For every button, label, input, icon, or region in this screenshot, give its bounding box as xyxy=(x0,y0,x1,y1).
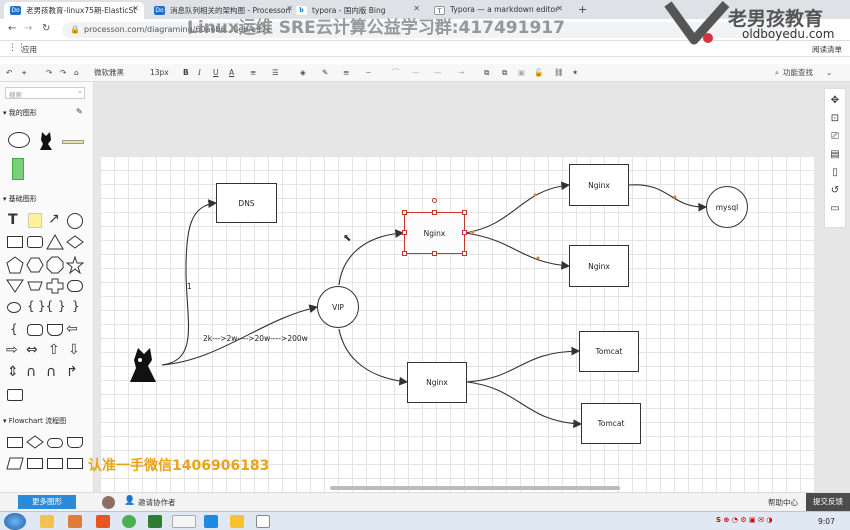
node-nginx-top[interactable]: Nginx xyxy=(569,164,629,206)
file-icon[interactable]: ▯ xyxy=(829,167,841,179)
resize-handle[interactable] xyxy=(432,251,437,256)
resize-handle[interactable] xyxy=(462,210,467,215)
resize-handle[interactable] xyxy=(402,251,407,256)
navigate-icon[interactable]: ✥ xyxy=(829,95,841,107)
add-user-icon: 👤 xyxy=(124,496,136,506)
page-icon[interactable]: ▤ xyxy=(829,149,841,161)
notes-icon[interactable] xyxy=(230,515,244,528)
node-dns[interactable]: DNS xyxy=(216,183,277,223)
clock: 9:07 xyxy=(818,517,835,526)
media-icon[interactable] xyxy=(68,515,82,528)
firefox-icon[interactable] xyxy=(96,515,110,528)
resize-handle[interactable] xyxy=(432,210,437,215)
bottom-bar: 更多图形 👤 邀请协作者 帮助中心 提交反馈 xyxy=(0,492,850,511)
node-tomcat-2[interactable]: Tomcat xyxy=(581,403,641,444)
horizontal-scrollbar[interactable] xyxy=(330,486,620,490)
os-taskbar: S ⊕ ◔ ⚙ ▣ ✉ ◑ 9:07 xyxy=(0,511,850,530)
edge-nginx-tomcat2[interactable] xyxy=(466,381,583,429)
mouse-cursor-icon: ⬉ xyxy=(343,233,352,244)
node-mysql[interactable]: mysql xyxy=(706,186,748,228)
wechat-icon[interactable] xyxy=(148,515,162,528)
edge-nginx-nginx-top[interactable] xyxy=(464,181,571,234)
more-shapes-button[interactable]: 更多图形 xyxy=(18,495,76,509)
comment-icon[interactable]: ▭ xyxy=(829,203,841,215)
explorer-icon[interactable] xyxy=(40,515,54,528)
rotate-handle[interactable] xyxy=(432,198,437,203)
app-icon[interactable] xyxy=(172,515,196,528)
typora-icon[interactable] xyxy=(256,515,270,528)
edge-vip-nginx-bottom[interactable] xyxy=(338,328,409,386)
node-tomcat-1[interactable]: Tomcat xyxy=(579,331,639,372)
connector-layer xyxy=(161,181,708,429)
watermark-bottom: 认准一手微信1406906183 xyxy=(88,458,270,474)
app2-icon[interactable] xyxy=(204,515,218,528)
resize-handle[interactable] xyxy=(402,210,407,215)
resize-handle[interactable] xyxy=(402,230,407,235)
edge-label-traffic: 2k--->2w---->20w---->200w xyxy=(203,334,308,343)
node-nginx-bottom[interactable]: Nginx xyxy=(407,362,467,403)
help-center-link[interactable]: 帮助中心 xyxy=(768,497,798,508)
invite-collaborator-button[interactable]: 邀请协作者 xyxy=(138,497,176,508)
chrome-icon[interactable] xyxy=(122,515,136,528)
right-tool-bar: ✥ ⊡ ⎚ ▤ ▯ ↺ ▭ xyxy=(824,88,846,228)
resize-handle[interactable] xyxy=(462,230,467,235)
start-button-icon[interactable] xyxy=(4,513,26,530)
image-icon[interactable]: ⊡ xyxy=(829,113,841,125)
theme-icon[interactable]: ⎚ xyxy=(829,131,841,143)
node-nginx-selected[interactable]: Nginx xyxy=(404,212,465,254)
node-vip[interactable]: VIP xyxy=(317,286,359,328)
edge-nginx-nginx-2[interactable] xyxy=(464,232,571,270)
feedback-button[interactable]: 提交反馈 xyxy=(806,493,850,511)
node-nginx-2[interactable]: Nginx xyxy=(569,245,629,287)
resize-handle[interactable] xyxy=(462,251,467,256)
client-cat-icon[interactable] xyxy=(126,346,162,386)
edge-nginx-mysql[interactable] xyxy=(628,184,708,212)
avatar[interactable] xyxy=(102,496,115,509)
edge-label-1: 1 xyxy=(187,282,192,291)
history-icon[interactable]: ↺ xyxy=(829,185,841,197)
tray-icons: S ⊕ ◔ ⚙ ▣ ✉ ◑ xyxy=(716,516,773,524)
edge-nginx-tomcat1[interactable] xyxy=(466,346,581,383)
